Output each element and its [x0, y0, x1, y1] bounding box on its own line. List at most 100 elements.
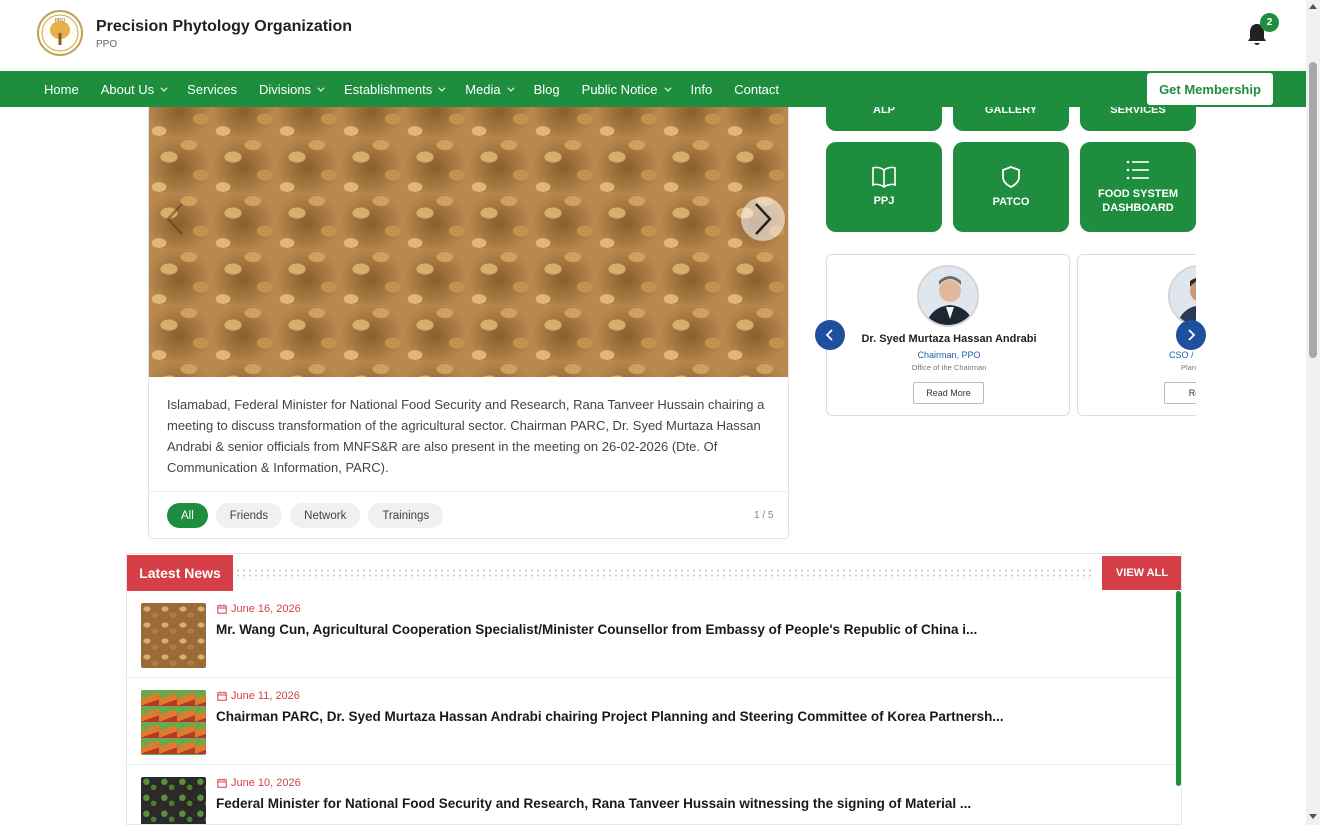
slide-caption: Islamabad, Federal Minister for National… [167, 397, 765, 475]
nav-item-label: Services [187, 81, 238, 97]
read-more-button[interactable]: Read [1164, 382, 1196, 404]
news-header: Latest News VIEW ALL [127, 554, 1181, 591]
nav-item-blog[interactable]: Blog [523, 71, 571, 107]
tile-label: PPJ [873, 195, 895, 207]
chevron-left-icon [825, 329, 833, 341]
person-title: CSO / Senior D [1168, 350, 1196, 360]
org-name[interactable]: Precision Phytology Organization [96, 18, 352, 36]
chevron-down-icon [663, 84, 671, 92]
person-card: Dr. Syed Murtaza Hassan Andrabi Chairman… [826, 254, 1070, 416]
news-date-text: June 16, 2026 [231, 603, 301, 615]
tile-label: PATCO [992, 196, 1030, 208]
news-title: Latest News [127, 555, 233, 591]
news-date-text: June 11, 2026 [231, 690, 300, 702]
dotted-divider [235, 568, 1095, 580]
news-date: June 11, 2026 [217, 690, 300, 702]
slide-counter: 1 / 5 [754, 510, 774, 521]
nav-item-establishments[interactable]: Establishments [333, 71, 454, 107]
nav-item-public-notice[interactable]: Public Notice [571, 71, 680, 107]
page-scrollbar[interactable] [1306, 0, 1320, 825]
news-thumbnail[interactable] [141, 777, 206, 824]
nav-item-home[interactable]: Home [33, 71, 90, 107]
logo-lettering: PPO [55, 18, 66, 24]
filter-all[interactable]: All [167, 503, 208, 528]
news-headline[interactable]: Mr. Wang Cun, Agricultural Cooperation S… [216, 622, 977, 637]
list-icon [1126, 160, 1149, 180]
nav-item-label: About Us [100, 81, 155, 97]
news-list: June 16, 2026 Mr. Wang Cun, Agricultural … [127, 591, 1177, 824]
news-headline[interactable]: Federal Minister for National Food Secur… [216, 796, 971, 811]
latest-news: Latest News VIEW ALL June 16, 2026 Mr. Wa… [126, 553, 1182, 825]
slider-prev-button[interactable] [153, 197, 197, 241]
tree-logo-icon: PPO [41, 14, 79, 52]
person-office: Office of the Chairman [911, 363, 987, 372]
filter-friends[interactable]: Friends [215, 503, 283, 528]
nav-item-label: Contact [734, 81, 780, 97]
avatar [1168, 265, 1196, 327]
shield-icon [1002, 166, 1020, 189]
nav-item-about-us[interactable]: About Us [90, 71, 176, 107]
tile-label: FOOD SYSTEM DASHBOARD [1097, 188, 1179, 214]
view-all-button[interactable]: VIEW ALL [1102, 556, 1181, 590]
notification-badge: 2 [1260, 13, 1279, 32]
news-scrollbar[interactable] [1176, 591, 1181, 786]
chevron-down-icon [317, 84, 325, 92]
chevron-down-icon [507, 84, 515, 92]
get-membership-button[interactable]: Get Membership [1147, 73, 1273, 105]
tile-patco[interactable]: PATCO [953, 142, 1069, 232]
people-next-button[interactable] [1176, 320, 1206, 350]
scroll-thumb[interactable] [1309, 62, 1317, 358]
news-item[interactable]: June 16, 2026 Mr. Wang Cun, Agricultural … [127, 591, 1177, 678]
nav-item-label: Media [465, 81, 501, 97]
main-nav: Home About Us Services Divisions Establishme… [0, 71, 1306, 107]
news-thumbnail[interactable] [141, 603, 206, 668]
nav-item-media[interactable]: Media [454, 71, 522, 107]
book-icon [872, 166, 896, 188]
person-office: Plant Scien [1181, 363, 1196, 372]
nav-item-label: Blog [533, 81, 560, 97]
slider-filters: All Friends Network Trainings [167, 503, 444, 528]
nav-item-label: Public Notice [581, 81, 658, 97]
person-name: Dr. Syed Murtaza Hassan Andrabi [861, 333, 1037, 345]
people-prev-button[interactable] [815, 320, 845, 350]
slider-footer: All Friends Network Trainings 1 / 5 [149, 491, 788, 538]
nav-item-label: Info [690, 81, 713, 97]
tile-food-system-dashboard[interactable]: FOOD SYSTEM DASHBOARD [1080, 142, 1196, 232]
news-date: June 16, 2026 [217, 603, 301, 615]
nav-item-label: Divisions [259, 81, 312, 97]
ppo-logo[interactable]: PPO [37, 10, 83, 56]
nav-item-label: Establishments [344, 81, 433, 97]
news-headline[interactable]: Chairman PARC, Dr. Syed Murtaza Hassan A… [216, 709, 1004, 724]
chevron-right-icon [1188, 329, 1196, 341]
filter-trainings[interactable]: Trainings [368, 503, 444, 528]
chevron-down-icon [438, 84, 446, 92]
slide-image-wheat-grains [149, 81, 788, 377]
chevron-down-icon [160, 84, 168, 92]
filter-network[interactable]: Network [290, 503, 361, 528]
news-date: June 10, 2026 [217, 777, 301, 789]
scroll-up-arrow-icon[interactable] [1309, 4, 1317, 9]
calendar-icon [217, 604, 227, 614]
org-short-name: PPO [96, 39, 118, 50]
nav-item-contact[interactable]: Contact [723, 71, 790, 107]
photo-slider: Islamabad, Federal Minister for National… [148, 80, 789, 539]
news-item[interactable]: June 10, 2026 Federal Minister for Nation… [127, 765, 1177, 824]
slider-next-button[interactable] [741, 197, 785, 241]
calendar-icon [217, 778, 227, 788]
scroll-down-arrow-icon[interactable] [1309, 814, 1317, 819]
news-item[interactable]: June 11, 2026 Chairman PARC, Dr. Syed Mur… [127, 678, 1177, 765]
site-header: PPO Precision Phytology Organization PPO… [0, 0, 1306, 71]
chevron-right-icon [755, 203, 772, 235]
nav-item-services[interactable]: Services [176, 71, 248, 107]
nav-items: Home About Us Services Divisions Establishme… [33, 71, 790, 107]
nav-item-label: Home [44, 81, 79, 97]
calendar-icon [217, 691, 227, 701]
leadership-carousel: Dr. Syed Murtaza Hassan Andrabi Chairman… [826, 254, 1196, 417]
tile-ppj[interactable]: PPJ [826, 142, 942, 232]
nav-item-info[interactable]: Info [680, 71, 724, 107]
chevron-left-icon [166, 203, 183, 235]
news-thumbnail[interactable] [141, 690, 206, 755]
avatar [917, 265, 979, 327]
nav-item-divisions[interactable]: Divisions [248, 71, 333, 107]
read-more-button[interactable]: Read More [913, 382, 984, 404]
